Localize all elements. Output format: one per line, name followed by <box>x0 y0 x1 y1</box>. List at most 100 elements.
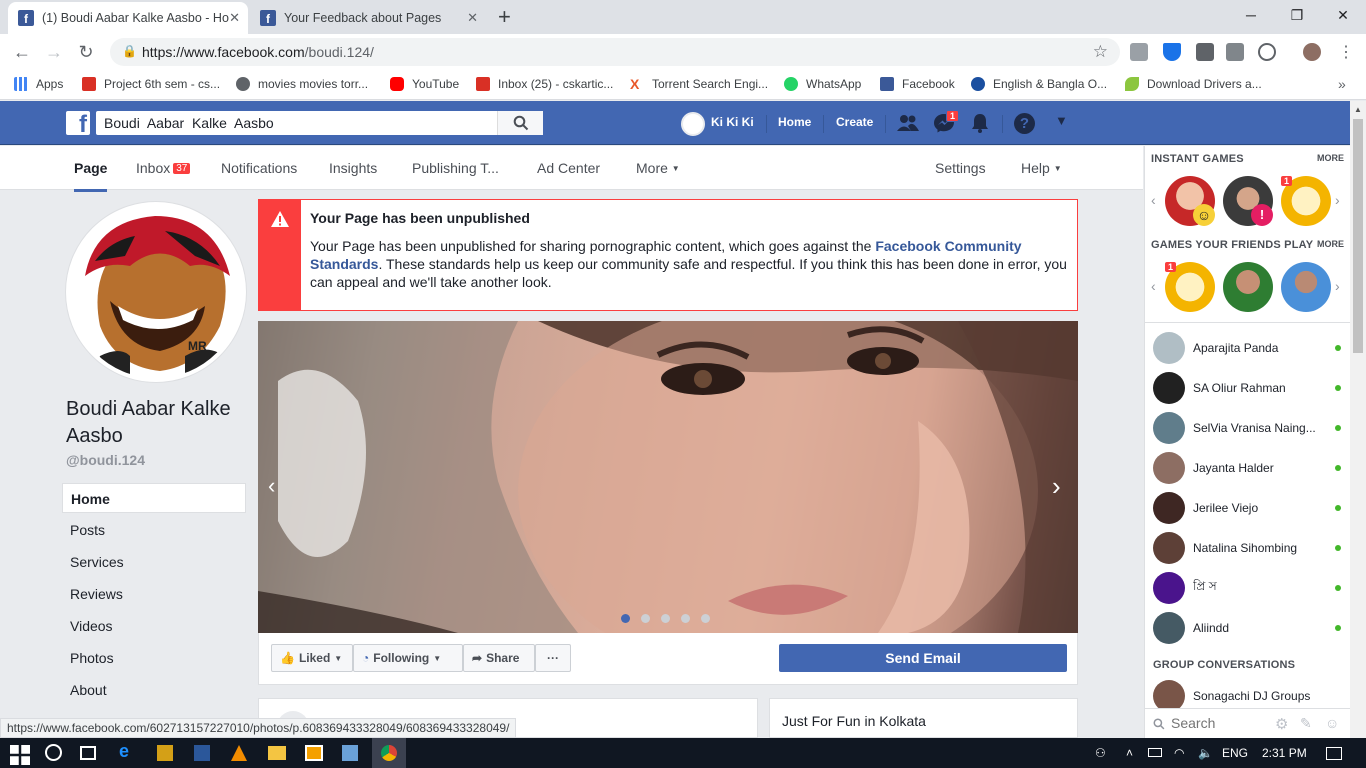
tab-inbox[interactable]: Inbox 37 <box>136 160 191 176</box>
contact-item[interactable]: Jerilee Viejo <box>1153 490 1347 526</box>
chevron-right-icon[interactable]: › <box>1335 278 1340 294</box>
send-email-button[interactable]: Send Email <box>779 644 1067 672</box>
chevron-right-icon[interactable]: › <box>1335 192 1340 208</box>
tab-more[interactable]: More ▼ <box>636 160 680 176</box>
next-photo-icon[interactable]: › <box>1052 471 1061 502</box>
share-button[interactable]: ➦ Share <box>463 644 535 672</box>
slide-indicator-dot[interactable] <box>661 614 670 623</box>
contact-item[interactable]: SA Oliur Rahman <box>1153 370 1347 406</box>
minimize-icon[interactable]: ─ <box>1228 0 1274 30</box>
bookmark-torrent[interactable]: X Torrent Search Engi... <box>630 77 768 91</box>
menu-kebab-icon[interactable]: ⋮ <box>1338 42 1354 62</box>
account-menu-caret-icon[interactable]: ▼ <box>1055 113 1068 128</box>
forward-icon[interactable]: → <box>42 40 66 64</box>
shield-extension-icon[interactable] <box>1163 43 1181 61</box>
left-nav-reviews[interactable]: Reviews <box>62 579 246 609</box>
page-profile-picture[interactable]: MR <box>66 202 246 382</box>
more-bookmarks-icon[interactable]: » <box>1338 76 1346 92</box>
extension-icon[interactable] <box>1196 43 1214 61</box>
tab-facebook-page[interactable]: f (1) Boudi Aabar Kalke Aasbo - Ho ✕ <box>8 2 248 34</box>
facebook-logo-icon[interactable]: f <box>66 111 90 135</box>
edge-icon[interactable]: e <box>119 741 139 761</box>
new-group-icon[interactable]: ☺ <box>1325 715 1339 731</box>
task-view-icon[interactable] <box>80 746 96 760</box>
chrome-taskbar-button[interactable] <box>372 738 406 768</box>
close-window-icon[interactable]: ✕ <box>1320 0 1366 30</box>
contact-item[interactable]: Aliindd <box>1153 610 1347 646</box>
notes-app-icon[interactable] <box>157 745 173 761</box>
bookmark-facebook[interactable]: Facebook <box>880 77 955 91</box>
new-tab-icon[interactable]: + <box>498 4 511 30</box>
clock[interactable]: 2:31 PM <box>1262 746 1307 760</box>
extension-icon[interactable] <box>1130 43 1148 61</box>
bookmark-apps[interactable]: Apps <box>14 77 63 91</box>
contact-item[interactable]: Jayanta Halder <box>1153 450 1347 486</box>
left-nav-posts[interactable]: Posts <box>62 515 246 545</box>
paint-app-icon[interactable] <box>342 745 358 761</box>
friend-requests-icon[interactable] <box>897 114 919 132</box>
close-tab-icon[interactable]: ✕ <box>467 10 478 26</box>
chat-search-input[interactable] <box>1171 715 1271 731</box>
profile-avatar[interactable] <box>681 112 705 136</box>
left-nav-about[interactable]: About <box>62 675 246 705</box>
left-nav-photos[interactable]: Photos <box>62 643 246 673</box>
tab-notifications[interactable]: Notifications <box>221 160 297 176</box>
community-card-title[interactable]: Just For Fun in Kolkata <box>782 713 926 729</box>
wifi-icon[interactable]: ◠ <box>1174 746 1184 760</box>
tray-chevron-up-icon[interactable]: ˄ <box>1126 746 1133 760</box>
search-button[interactable] <box>497 111 543 135</box>
slide-indicator-dot[interactable] <box>621 614 630 623</box>
tab-settings[interactable]: Settings <box>935 160 986 176</box>
close-tab-icon[interactable]: ✕ <box>229 10 240 26</box>
action-center-icon[interactable] <box>1326 747 1342 760</box>
slide-indicator-dot[interactable] <box>641 614 650 623</box>
instant-games-more-link[interactable]: MORE <box>1317 153 1344 163</box>
bookmark-drivers[interactable]: Download Drivers a... <box>1125 77 1262 91</box>
cover-photo-slideshow[interactable]: ‹ › <box>258 321 1078 633</box>
liked-button[interactable]: 👍 Liked ▼ <box>271 644 353 672</box>
contact-item[interactable]: প্রি স <box>1153 570 1347 606</box>
word-icon[interactable] <box>194 745 210 761</box>
tab-ad-center[interactable]: Ad Center <box>537 160 600 176</box>
contact-item[interactable]: SelVia Vranisa Naing... <box>1153 410 1347 446</box>
vlc-icon[interactable] <box>231 745 247 761</box>
block-extension-icon[interactable] <box>1258 43 1276 61</box>
slide-indicator-dot[interactable] <box>701 614 710 623</box>
bookmark-star-icon[interactable]: ☆ <box>1093 42 1108 62</box>
bookmark-youtube[interactable]: YouTube <box>390 77 459 91</box>
following-button[interactable]: ◔ Following ▼ <box>353 644 463 672</box>
bookmark-project[interactable]: Project 6th sem - cs... <box>82 77 220 91</box>
file-explorer-icon[interactable] <box>268 746 286 760</box>
gear-icon[interactable]: ⚙ <box>1275 715 1288 733</box>
tab-feedback[interactable]: f Your Feedback about Pages ✕ <box>250 2 486 34</box>
battery-icon[interactable] <box>1148 748 1162 757</box>
new-message-icon[interactable]: ✎ <box>1300 715 1312 732</box>
create-link[interactable]: Create <box>836 115 873 129</box>
bookmark-whatsapp[interactable]: WhatsApp <box>784 77 861 91</box>
left-nav-services[interactable]: Services <box>62 547 246 577</box>
tab-publishing-tools[interactable]: Publishing T... <box>412 160 499 176</box>
profile-avatar[interactable] <box>1303 43 1321 61</box>
tab-page[interactable]: Page <box>74 160 108 192</box>
game-thumbnail[interactable] <box>1223 262 1273 312</box>
slide-indicator-dot[interactable] <box>681 614 690 623</box>
home-link[interactable]: Home <box>778 115 811 129</box>
page-title[interactable]: Boudi Aabar Kalke Aasbo <box>66 396 256 450</box>
more-options-button[interactable]: ··· <box>535 644 571 672</box>
contact-item[interactable]: Aparajita Panda <box>1153 330 1347 366</box>
tab-help[interactable]: Help ▼ <box>1021 160 1062 176</box>
page-username[interactable]: @boudi.124 <box>66 452 145 468</box>
extension-icon[interactable] <box>1226 43 1244 61</box>
help-question-icon[interactable]: ? <box>1014 113 1035 134</box>
back-icon[interactable]: ← <box>10 40 34 64</box>
tab-insights[interactable]: Insights <box>329 160 377 176</box>
cortana-icon[interactable] <box>45 744 62 761</box>
contact-item[interactable]: Natalina Sihombing <box>1153 530 1347 566</box>
people-icon[interactable]: ⚇ <box>1095 746 1106 760</box>
windows-start-icon[interactable] <box>10 745 30 765</box>
chevron-left-icon[interactable]: ‹ <box>1151 278 1156 294</box>
left-nav-videos[interactable]: Videos <box>62 611 246 641</box>
game-thumbnail[interactable] <box>1281 262 1331 312</box>
notifications-bell-icon[interactable] <box>970 113 990 133</box>
previous-photo-icon[interactable]: ‹ <box>268 473 275 499</box>
